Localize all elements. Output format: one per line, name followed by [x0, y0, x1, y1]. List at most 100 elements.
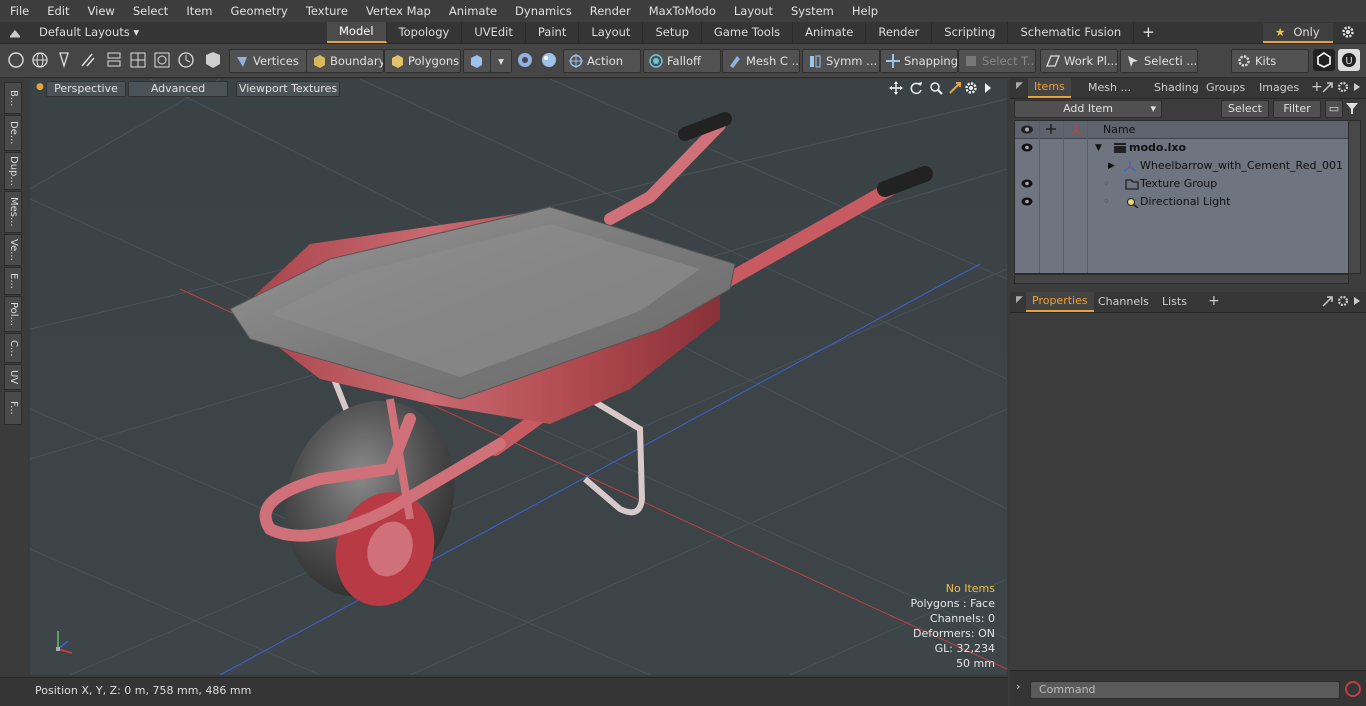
panel-dot-icon[interactable]: ◤: [1016, 81, 1023, 91]
menu-item-help[interactable]: Help: [842, 0, 886, 22]
scene-canvas[interactable]: [30, 79, 1007, 675]
funnel-icon[interactable]: [1345, 102, 1359, 115]
menu-item-maxtomodo[interactable]: MaxToModo: [639, 0, 724, 22]
tab-lists[interactable]: Lists: [1156, 292, 1193, 312]
item-list-scrollbar[interactable]: [1348, 120, 1361, 274]
work-plane-button[interactable]: Work Pl...: [1040, 49, 1118, 73]
boundary-button[interactable]: Boundary: [306, 49, 384, 73]
move-view-icon[interactable]: [889, 81, 903, 95]
tab-properties[interactable]: Properties: [1026, 292, 1094, 312]
item-list-hscrollbar[interactable]: [1014, 274, 1349, 284]
select-button[interactable]: Select: [1221, 100, 1269, 118]
menu-item-system[interactable]: System: [781, 0, 842, 22]
action-center-button[interactable]: Action: [563, 49, 641, 73]
side-tool-tab[interactable]: UV: [4, 364, 22, 390]
menu-item-render[interactable]: Render: [580, 0, 639, 22]
grid-icon[interactable]: [128, 50, 148, 70]
menu-item-select[interactable]: Select: [123, 0, 176, 22]
side-tool-tab[interactable]: E...: [4, 267, 22, 295]
side-tool-tab[interactable]: B...: [4, 82, 22, 114]
unreal-icon[interactable]: U: [1338, 49, 1360, 71]
vertices-button[interactable]: Vertices: [229, 49, 307, 73]
symmetry-sphere-icon[interactable]: [515, 50, 535, 70]
menu-item-vertex-map[interactable]: Vertex Map: [356, 0, 439, 22]
panel-dot-icon[interactable]: ◤: [1016, 295, 1023, 305]
expand-panel-icon[interactable]: [1322, 296, 1333, 307]
chevron-right-icon[interactable]: [983, 82, 993, 94]
square-circle-icon[interactable]: [152, 50, 172, 70]
side-tool-tab[interactable]: Dup...: [4, 152, 22, 190]
tab-groups[interactable]: Groups: [1200, 78, 1251, 98]
gear-icon[interactable]: [964, 81, 978, 95]
menu-item-file[interactable]: File: [0, 0, 37, 22]
tab-channels[interactable]: Channels: [1092, 292, 1155, 312]
rotate-view-icon[interactable]: [909, 81, 923, 95]
pen-icon[interactable]: [54, 50, 74, 70]
align-icon[interactable]: [104, 50, 124, 70]
globe-icon[interactable]: [30, 50, 50, 70]
collapse-icon[interactable]: [9, 27, 21, 38]
filter-button[interactable]: Filter: [1273, 100, 1321, 118]
polygons-button[interactable]: Polygons: [384, 49, 461, 73]
item-list[interactable]: Name ▼ modo.lxo ▶ Wheelbarrow_with_Cemen…: [1014, 120, 1349, 274]
expand-triangle-icon[interactable]: ▼: [1095, 139, 1102, 157]
menu-item-texture[interactable]: Texture: [296, 0, 356, 22]
tab-layout[interactable]: Layout: [579, 22, 644, 43]
menu-item-view[interactable]: View: [78, 0, 123, 22]
side-tool-tab[interactable]: De...: [4, 115, 22, 151]
snapping-button[interactable]: Snapping: [880, 49, 958, 73]
advanced-button[interactable]: Advanced: [128, 81, 228, 97]
tab-mesh[interactable]: Mesh ...: [1082, 78, 1137, 98]
circle-select-icon[interactable]: [6, 50, 26, 70]
item-row-scene[interactable]: ▼ modo.lxo: [1015, 139, 1348, 157]
layouts-dropdown[interactable]: Default Layouts ▾: [39, 22, 139, 43]
mode-dropdown[interactable]: ▾: [490, 49, 512, 73]
collapsed-triangle-icon[interactable]: ▶: [1108, 157, 1115, 175]
menu-item-geometry[interactable]: Geometry: [221, 0, 296, 22]
material-sphere-icon[interactable]: [539, 50, 559, 70]
viewport-textures-button[interactable]: Viewport Textures: [236, 81, 340, 97]
mesh-constraint-button[interactable]: Mesh C ...: [722, 49, 800, 73]
eye-icon[interactable]: [1021, 179, 1033, 188]
tab-schematic-fusion[interactable]: Schematic Fusion: [1008, 22, 1135, 43]
selection-sets-button[interactable]: Selecti ...: [1120, 49, 1198, 73]
menu-item-dynamics[interactable]: Dynamics: [505, 0, 580, 22]
item-mode-button[interactable]: [463, 49, 491, 73]
item-row-texture-group[interactable]: ◦ Texture Group: [1015, 175, 1348, 193]
add-tab-icon[interactable]: +: [1208, 293, 1220, 309]
gear-icon[interactable]: [1337, 295, 1349, 307]
item-row-mesh[interactable]: ▶ Wheelbarrow_with_Cement_Red_001: [1015, 157, 1348, 175]
tab-game-tools[interactable]: Game Tools: [702, 22, 794, 43]
falloff-button[interactable]: Falloff: [643, 49, 721, 73]
tab-animate[interactable]: Animate: [793, 22, 867, 43]
menu-item-animate[interactable]: Animate: [439, 0, 505, 22]
tab-paint[interactable]: Paint: [526, 22, 580, 43]
menu-item-edit[interactable]: Edit: [37, 0, 77, 22]
side-tool-tab[interactable]: Mes...: [4, 191, 22, 233]
shield-icon[interactable]: [203, 50, 223, 70]
gear-icon[interactable]: [1341, 25, 1355, 39]
tab-uvedit[interactable]: UVEdit: [462, 22, 526, 43]
perspective-button[interactable]: Perspective: [46, 81, 126, 97]
brush-icon[interactable]: [78, 50, 98, 70]
add-item-button[interactable]: Add Item ▾: [1014, 100, 1162, 118]
expand-panel-icon[interactable]: [1322, 82, 1333, 93]
gear-icon[interactable]: [1337, 81, 1349, 93]
menu-item-layout[interactable]: Layout: [724, 0, 781, 22]
side-tool-tab[interactable]: C...: [4, 333, 22, 363]
clock-icon[interactable]: [176, 50, 196, 70]
chevron-right-icon[interactable]: [1353, 82, 1361, 92]
viewport-dot-icon[interactable]: ●: [36, 82, 44, 92]
maximize-view-icon[interactable]: [948, 81, 962, 95]
symmetry-button[interactable]: Symm ...: [802, 49, 880, 73]
tab-topology[interactable]: Topology: [387, 22, 463, 43]
eye-icon[interactable]: [1021, 197, 1033, 206]
side-tool-tab[interactable]: F...: [4, 391, 22, 425]
eye-icon[interactable]: [1021, 143, 1033, 152]
tab-images[interactable]: Images: [1253, 78, 1305, 98]
collapse-list-button[interactable]: ▭: [1325, 100, 1343, 118]
add-tab-icon[interactable]: +: [1311, 79, 1323, 95]
zoom-view-icon[interactable]: [929, 81, 943, 95]
select-through-button[interactable]: Select T...: [958, 49, 1036, 73]
add-tab-icon[interactable]: +: [1134, 22, 1163, 43]
